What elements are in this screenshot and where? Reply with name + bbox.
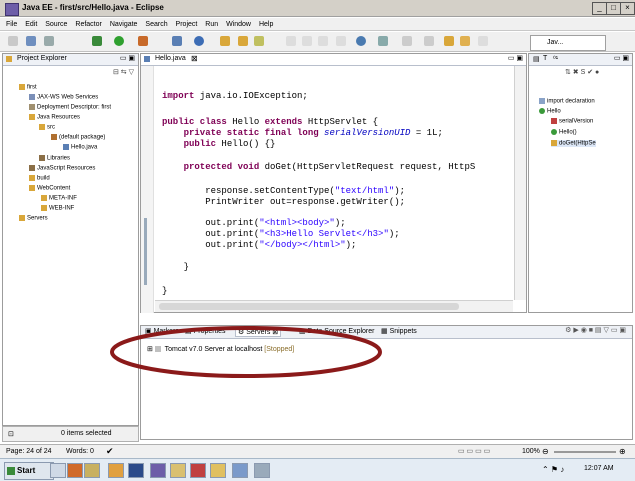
taskbar-app-icon[interactable] [254,463,270,478]
zoom-level: 100% [522,448,540,455]
windows-logo-icon [7,467,15,475]
taskbar-app-icon[interactable] [84,463,100,478]
check-icon: ✔ [106,446,114,456]
firefox-icon[interactable] [67,463,83,478]
status-bar: Page: 24 of 24 Words: 0 ✔ ▭ ▭ ▭ ▭ 100% ⊖… [0,444,635,458]
view-buttons[interactable]: ▭ ▭ ▭ ▭ [458,447,490,455]
clock: 12:07 AM [584,465,614,472]
tray-icons[interactable]: ⌃ ⚑ ♪ [542,465,564,474]
start-button[interactable]: Start [4,462,54,480]
annotation-ellipse [110,326,382,378]
zoom-slider[interactable] [554,451,616,453]
annotation-ring [110,326,382,378]
taskbar-app-icon[interactable] [170,463,186,478]
taskbar-app-icon[interactable] [108,463,124,478]
page-status: Page: 24 of 24 [6,448,52,455]
taskbar-app-icon[interactable] [210,463,226,478]
taskbar: Start ⌃ ⚑ ♪ 12:07 AM [0,458,635,481]
taskbar-app-icon[interactable] [128,463,144,478]
eclipse-taskbar-icon[interactable] [150,463,166,478]
taskbar-app-icon[interactable] [232,463,248,478]
taskbar-app-icon[interactable] [50,463,66,478]
zoom-in-icon[interactable]: ⊕ [619,447,626,456]
zoom-out-icon[interactable]: ⊖ [542,447,549,456]
taskbar-app-icon[interactable] [190,463,206,478]
word-count: Words: 0 [66,448,94,455]
